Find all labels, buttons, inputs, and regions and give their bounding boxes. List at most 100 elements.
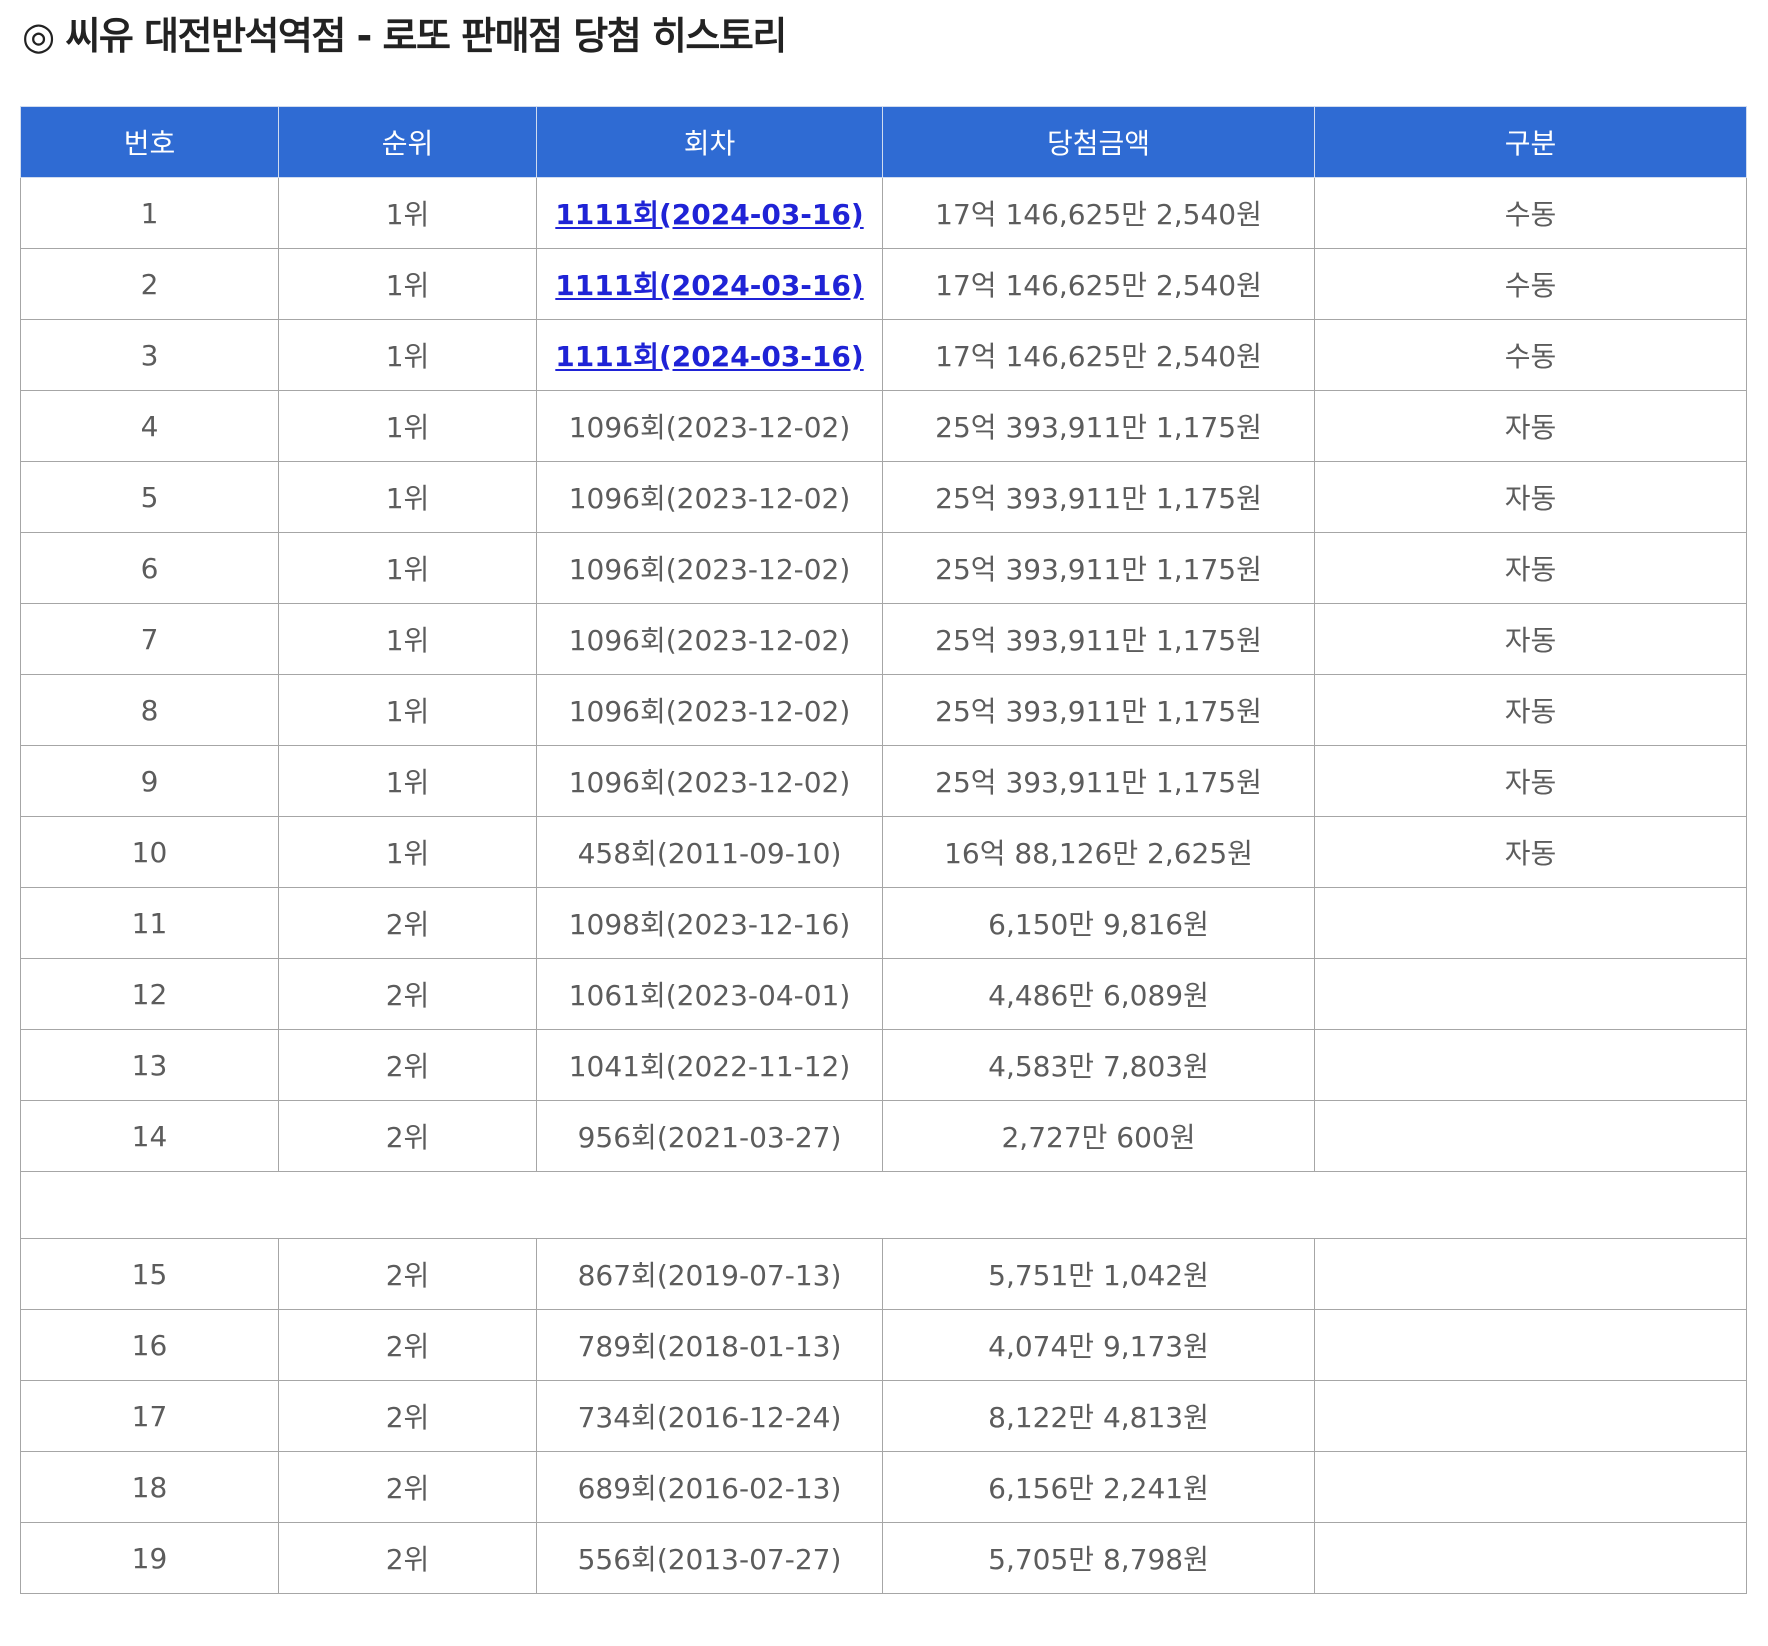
number-cell: 8 [20,674,279,746]
prize-amount-cell: 25억 393,911만 1,175원 [882,603,1315,675]
rank-cell: 2위 [278,1238,537,1310]
rank-cell: 1위 [278,461,537,533]
number-cell: 14 [20,1100,279,1172]
number-cell: 6 [20,532,279,604]
draw-cell: 734회(2016-12-24) [536,1380,883,1452]
rank-cell: 2위 [278,1380,537,1452]
rank-cell: 2위 [278,1029,537,1101]
type-cell [1314,1522,1747,1594]
rank-cell: 2위 [278,1451,537,1523]
table-row: 1 1위 1111회(2024-03-16) 17억 146,625만 2,540원 수… [20,177,1747,249]
draw-link[interactable]: 1111회(2024-03-16) [555,340,863,373]
prize-amount-cell: 17억 146,625만 2,540원 [882,177,1315,249]
page: ◎ 씨유 대전반석역점 - 로또 판매점 당첨 히스토리 번호 순위 회차 당첨… [0,0,1768,1646]
prize-amount-cell: 17억 146,625만 2,540원 [882,319,1315,391]
prize-amount-cell: 25억 393,911만 1,175원 [882,674,1315,746]
prize-amount-cell: 4,583만 7,803원 [882,1029,1315,1101]
type-cell: 자동 [1314,603,1747,675]
number-cell: 11 [20,887,279,959]
table-row: 9 1위 1096회(2023-12-02) 25억 393,911만 1,175원 자… [20,745,1747,817]
number-cell: 2 [20,248,279,320]
header-type: 구분 [1314,106,1747,178]
draw-cell: 458회(2011-09-10) [536,816,883,888]
type-cell [1314,1380,1747,1452]
table-row: 5 1위 1096회(2023-12-02) 25억 393,911만 1,175원 자… [20,461,1747,533]
prize-amount-cell: 25억 393,911만 1,175원 [882,461,1315,533]
number-cell: 9 [20,745,279,817]
draw-cell: 1111회(2024-03-16) [536,177,883,249]
table-row: 16 2위 789회(2018-01-13) 4,074만 9,173원 [20,1309,1747,1381]
rank-cell: 2위 [278,887,537,959]
prize-amount-cell: 4,486만 6,089원 [882,958,1315,1030]
rank-cell: 1위 [278,319,537,391]
header-rank: 순위 [278,106,537,178]
type-cell: 자동 [1314,674,1747,746]
table-row: 15 2위 867회(2019-07-13) 5,751만 1,042원 [20,1238,1747,1310]
number-cell: 19 [20,1522,279,1594]
type-cell: 자동 [1314,745,1747,817]
number-cell: 12 [20,958,279,1030]
table-row: 17 2위 734회(2016-12-24) 8,122만 4,813원 [20,1380,1747,1452]
page-title: ◎ 씨유 대전반석역점 - 로또 판매점 당첨 히스토리 [22,14,787,58]
table-row: 8 1위 1096회(2023-12-02) 25억 393,911만 1,175원 자… [20,674,1747,746]
prize-amount-cell: 16억 88,126만 2,625원 [882,816,1315,888]
number-cell: 10 [20,816,279,888]
draw-cell: 1096회(2023-12-02) [536,461,883,533]
prize-amount-cell: 25억 393,911만 1,175원 [882,745,1315,817]
draw-cell: 867회(2019-07-13) [536,1238,883,1310]
number-cell: 3 [20,319,279,391]
header-number: 번호 [20,106,279,178]
draw-cell: 1041회(2022-11-12) [536,1029,883,1101]
winning-history-table: 번호 순위 회차 당첨금액 구분 1 1위 1111회(2024-03-16) 17억… [20,106,1747,1594]
spacer-cell [20,1171,1747,1239]
rank-cell: 2위 [278,1309,537,1381]
table-spacer-row [20,1171,1747,1239]
draw-cell: 556회(2013-07-27) [536,1522,883,1594]
rank-cell: 2위 [278,1522,537,1594]
number-cell: 7 [20,603,279,675]
prize-amount-cell: 4,074만 9,173원 [882,1309,1315,1381]
prize-amount-cell: 5,751만 1,042원 [882,1238,1315,1310]
draw-cell: 1111회(2024-03-16) [536,248,883,320]
table-row: 10 1위 458회(2011-09-10) 16억 88,126만 2,625원 자동 [20,816,1747,888]
number-cell: 1 [20,177,279,249]
number-cell: 17 [20,1380,279,1452]
draw-cell: 1096회(2023-12-02) [536,390,883,462]
table-row: 7 1위 1096회(2023-12-02) 25억 393,911만 1,175원 자… [20,603,1747,675]
type-cell [1314,887,1747,959]
prize-amount-cell: 25억 393,911만 1,175원 [882,390,1315,462]
draw-cell: 1061회(2023-04-01) [536,958,883,1030]
type-cell [1314,1100,1747,1172]
table-row: 6 1위 1096회(2023-12-02) 25억 393,911만 1,175원 자… [20,532,1747,604]
draw-link[interactable]: 1111회(2024-03-16) [555,198,863,231]
number-cell: 13 [20,1029,279,1101]
prize-amount-cell: 5,705만 8,798원 [882,1522,1315,1594]
table-row: 11 2위 1098회(2023-12-16) 6,150만 9,816원 [20,887,1747,959]
type-cell [1314,1451,1747,1523]
type-cell [1314,1309,1747,1381]
type-cell: 자동 [1314,532,1747,604]
type-cell [1314,958,1747,1030]
table-header: 번호 순위 회차 당첨금액 구분 [20,106,1747,178]
draw-cell: 956회(2021-03-27) [536,1100,883,1172]
rank-cell: 1위 [278,603,537,675]
rank-cell: 1위 [278,390,537,462]
number-cell: 4 [20,390,279,462]
rank-cell: 1위 [278,248,537,320]
draw-cell: 789회(2018-01-13) [536,1309,883,1381]
number-cell: 15 [20,1238,279,1310]
table-row: 14 2위 956회(2021-03-27) 2,727만 600원 [20,1100,1747,1172]
type-cell [1314,1029,1747,1101]
type-cell [1314,1238,1747,1310]
table-row: 13 2위 1041회(2022-11-12) 4,583만 7,803원 [20,1029,1747,1101]
type-cell: 자동 [1314,461,1747,533]
header-row: 번호 순위 회차 당첨금액 구분 [20,106,1747,178]
number-cell: 18 [20,1451,279,1523]
type-cell: 수동 [1314,248,1747,320]
draw-link[interactable]: 1111회(2024-03-16) [555,269,863,302]
table-body: 1 1위 1111회(2024-03-16) 17억 146,625만 2,540원 수… [20,177,1747,1594]
table-row: 2 1위 1111회(2024-03-16) 17억 146,625만 2,540원 수… [20,248,1747,320]
rank-cell: 1위 [278,674,537,746]
prize-amount-cell: 2,727만 600원 [882,1100,1315,1172]
rank-cell: 1위 [278,532,537,604]
